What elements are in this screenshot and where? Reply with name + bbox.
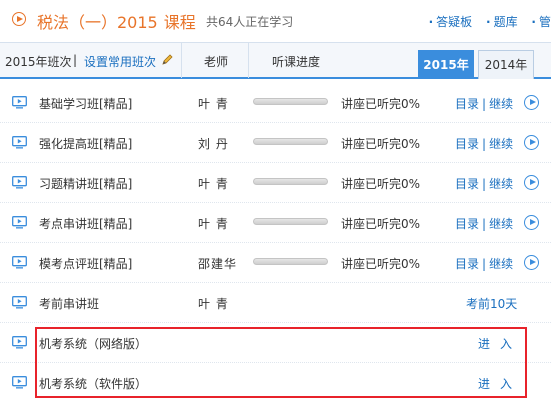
pencil-icon[interactable] [161, 54, 173, 66]
row-links: 目录 | 继续 [455, 215, 513, 232]
course-title-suffix: 课程 [163, 13, 196, 32]
link-separator: | [482, 97, 487, 111]
play-circle-icon[interactable] [524, 175, 539, 190]
course-row: 模考点评班[精品] 邵建华 讲座已听完0% 目录 | 继续 [0, 243, 551, 283]
teacher-name: 叶 青 [198, 297, 229, 311]
enter-link[interactable]: 进入 [478, 375, 522, 392]
link-question-bank[interactable]: · 题库 [486, 15, 518, 29]
column-header-teacher: 老师 [204, 55, 229, 69]
exam-countdown: 考前10天 [466, 297, 518, 311]
course-title: 税法（一）2015 [37, 13, 158, 32]
monitor-icon [12, 296, 27, 309]
link-qa-board[interactable]: · 答疑板 [429, 15, 473, 29]
continue-link[interactable]: 继续 [489, 217, 513, 231]
link-separator: | [482, 137, 487, 151]
play-circle-icon [12, 12, 26, 26]
course-header: 税法（一）2015 课程 共64人正在学习 · 答疑板 · 题库 · 管 [0, 0, 551, 40]
course-name[interactable]: 强化提高班[精品] [39, 135, 132, 152]
monitor-icon [12, 336, 27, 349]
progress-status: 讲座已听完0% [341, 177, 421, 191]
progress-status: 讲座已听完0% [341, 97, 421, 111]
column-divider [181, 43, 182, 78]
teacher-name: 叶 青 [198, 177, 229, 191]
monitor-icon [12, 376, 27, 389]
column-header-progress: 听课进度 [272, 55, 321, 69]
play-circle-icon[interactable] [524, 255, 539, 270]
top-links: · 答疑板 · 题库 · 管 [419, 13, 551, 30]
course-row: 考点串讲班[精品] 叶 青 讲座已听完0% 目录 | 继续 [0, 203, 551, 243]
progress-bar [253, 178, 328, 185]
teacher-name: 叶 青 [198, 97, 229, 111]
course-name[interactable]: 模考点评班[精品] [39, 255, 132, 272]
catalog-link[interactable]: 目录 [455, 257, 479, 271]
page-title: 税法（一）2015 课程 [37, 9, 196, 33]
course-name[interactable]: 机考系统（软件版） [39, 375, 147, 392]
row-links: 目录 | 继续 [455, 175, 513, 192]
course-name[interactable]: 机考系统（网络版） [39, 335, 147, 352]
online-count: 共64人正在学习 [206, 15, 294, 29]
link-separator: | [482, 257, 487, 271]
tab-2015[interactable]: 2015年 [418, 50, 474, 79]
progress-status: 讲座已听完0% [341, 217, 421, 231]
course-row: 考前串讲班 叶 青 考前10天 [0, 283, 551, 323]
course-row: 习题精讲班[精品] 叶 青 讲座已听完0% 目录 | 继续 [0, 163, 551, 203]
teacher-name: 邵建华 [198, 257, 238, 271]
catalog-link[interactable]: 目录 [455, 97, 479, 111]
monitor-icon [12, 216, 27, 229]
link-separator: | [482, 177, 487, 191]
separator: | [73, 53, 78, 67]
course-row: 强化提高班[精品] 刘 丹 讲座已听完0% 目录 | 继续 [0, 123, 551, 163]
course-row: 机考系统（软件版） 进入 [0, 363, 551, 401]
set-common-class-link[interactable]: 设置常用班次 [84, 53, 156, 70]
progress-bar [253, 258, 328, 265]
monitor-icon [12, 136, 27, 149]
row-links: 目录 | 继续 [455, 255, 513, 272]
play-circle-icon[interactable] [524, 135, 539, 150]
teacher-name: 刘 丹 [198, 137, 229, 151]
course-name[interactable]: 考前串讲班 [39, 295, 99, 312]
catalog-link[interactable]: 目录 [455, 177, 479, 191]
monitor-icon [12, 256, 27, 269]
tab-bar: 2015年班次 | 设置常用班次 老师 听课进度 2015年 2014年 [0, 42, 551, 79]
row-links: 目录 | 继续 [455, 95, 513, 112]
course-name[interactable]: 考点串讲班[精品] [39, 215, 132, 232]
progress-status: 讲座已听完0% [341, 137, 421, 151]
catalog-link[interactable]: 目录 [455, 217, 479, 231]
column-divider [248, 43, 249, 78]
progress-bar [253, 138, 328, 145]
teacher-name: 叶 青 [198, 217, 229, 231]
year-class-label: 2015年班次 [5, 55, 72, 69]
progress-status: 讲座已听完0% [341, 257, 421, 271]
row-links: 目录 | 继续 [455, 135, 513, 152]
progress-bar [253, 98, 328, 105]
link-manage[interactable]: · 管 [531, 15, 551, 29]
continue-link[interactable]: 继续 [489, 177, 513, 191]
course-row: 基础学习班[精品] 叶 青 讲座已听完0% 目录 | 继续 [0, 83, 551, 123]
link-manage-label: 管 [538, 15, 551, 29]
continue-link[interactable]: 继续 [489, 137, 513, 151]
monitor-icon [12, 96, 27, 109]
continue-link[interactable]: 继续 [489, 257, 513, 271]
link-question-bank-label: 题库 [493, 15, 518, 29]
continue-link[interactable]: 继续 [489, 97, 513, 111]
monitor-icon [12, 176, 27, 189]
enter-link[interactable]: 进入 [478, 335, 522, 352]
tab-2014[interactable]: 2014年 [478, 50, 534, 79]
link-qa-board-label: 答疑板 [436, 15, 473, 29]
play-circle-icon[interactable] [524, 215, 539, 230]
progress-bar [253, 218, 328, 225]
link-separator: | [482, 217, 487, 231]
course-name[interactable]: 习题精讲班[精品] [39, 175, 132, 192]
play-circle-icon[interactable] [524, 95, 539, 110]
catalog-link[interactable]: 目录 [455, 137, 479, 151]
course-row: 机考系统（网络版） 进入 [0, 323, 551, 363]
course-name[interactable]: 基础学习班[精品] [39, 95, 132, 112]
